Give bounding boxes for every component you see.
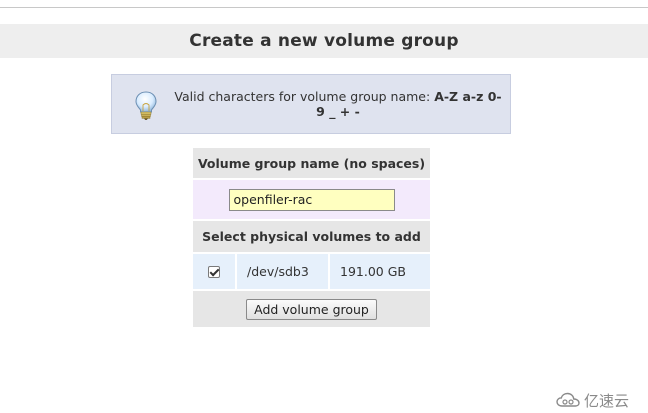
device-size: 191.00 GB xyxy=(340,264,406,279)
info-message: Valid characters for volume group name: xyxy=(174,89,435,104)
add-volume-group-button[interactable]: Add volume group xyxy=(246,298,377,320)
info-text: Valid characters for volume group name: … xyxy=(172,89,504,119)
device-cell: /dev/sdb3 xyxy=(237,254,328,289)
select-cell xyxy=(193,254,235,289)
physical-volume-row: /dev/sdb3 191.00 GB xyxy=(193,254,430,289)
physical-volume-checkbox[interactable] xyxy=(208,265,220,278)
top-divider xyxy=(0,7,648,8)
lightbulb-icon xyxy=(135,91,157,120)
device-name: /dev/sdb3 xyxy=(247,264,309,279)
watermark-text: 亿速云 xyxy=(584,391,630,410)
volume-group-name-label: Volume group name (no spaces) xyxy=(197,155,426,171)
page-title: Create a new volume group xyxy=(189,31,459,51)
volume-group-name-header: Volume group name (no spaces) xyxy=(193,148,430,178)
cloud-logo-icon xyxy=(556,392,580,407)
watermark: 亿速云 xyxy=(556,390,629,410)
volume-group-name-row xyxy=(193,180,430,219)
physical-volumes-label: Select physical volumes to add xyxy=(202,229,421,244)
volume-group-name-input[interactable] xyxy=(228,188,395,211)
size-cell: 191.00 GB xyxy=(330,254,430,289)
valid-chars-line-1: A-Z a-z 0- xyxy=(434,89,502,104)
submit-row: Add volume group xyxy=(193,291,430,327)
physical-volumes-header: Select physical volumes to add xyxy=(193,221,430,252)
info-box: Valid characters for volume group name: … xyxy=(111,74,511,134)
page-title-bar: Create a new volume group xyxy=(0,24,648,58)
valid-chars-line-2: 9 _ + - xyxy=(316,104,360,119)
